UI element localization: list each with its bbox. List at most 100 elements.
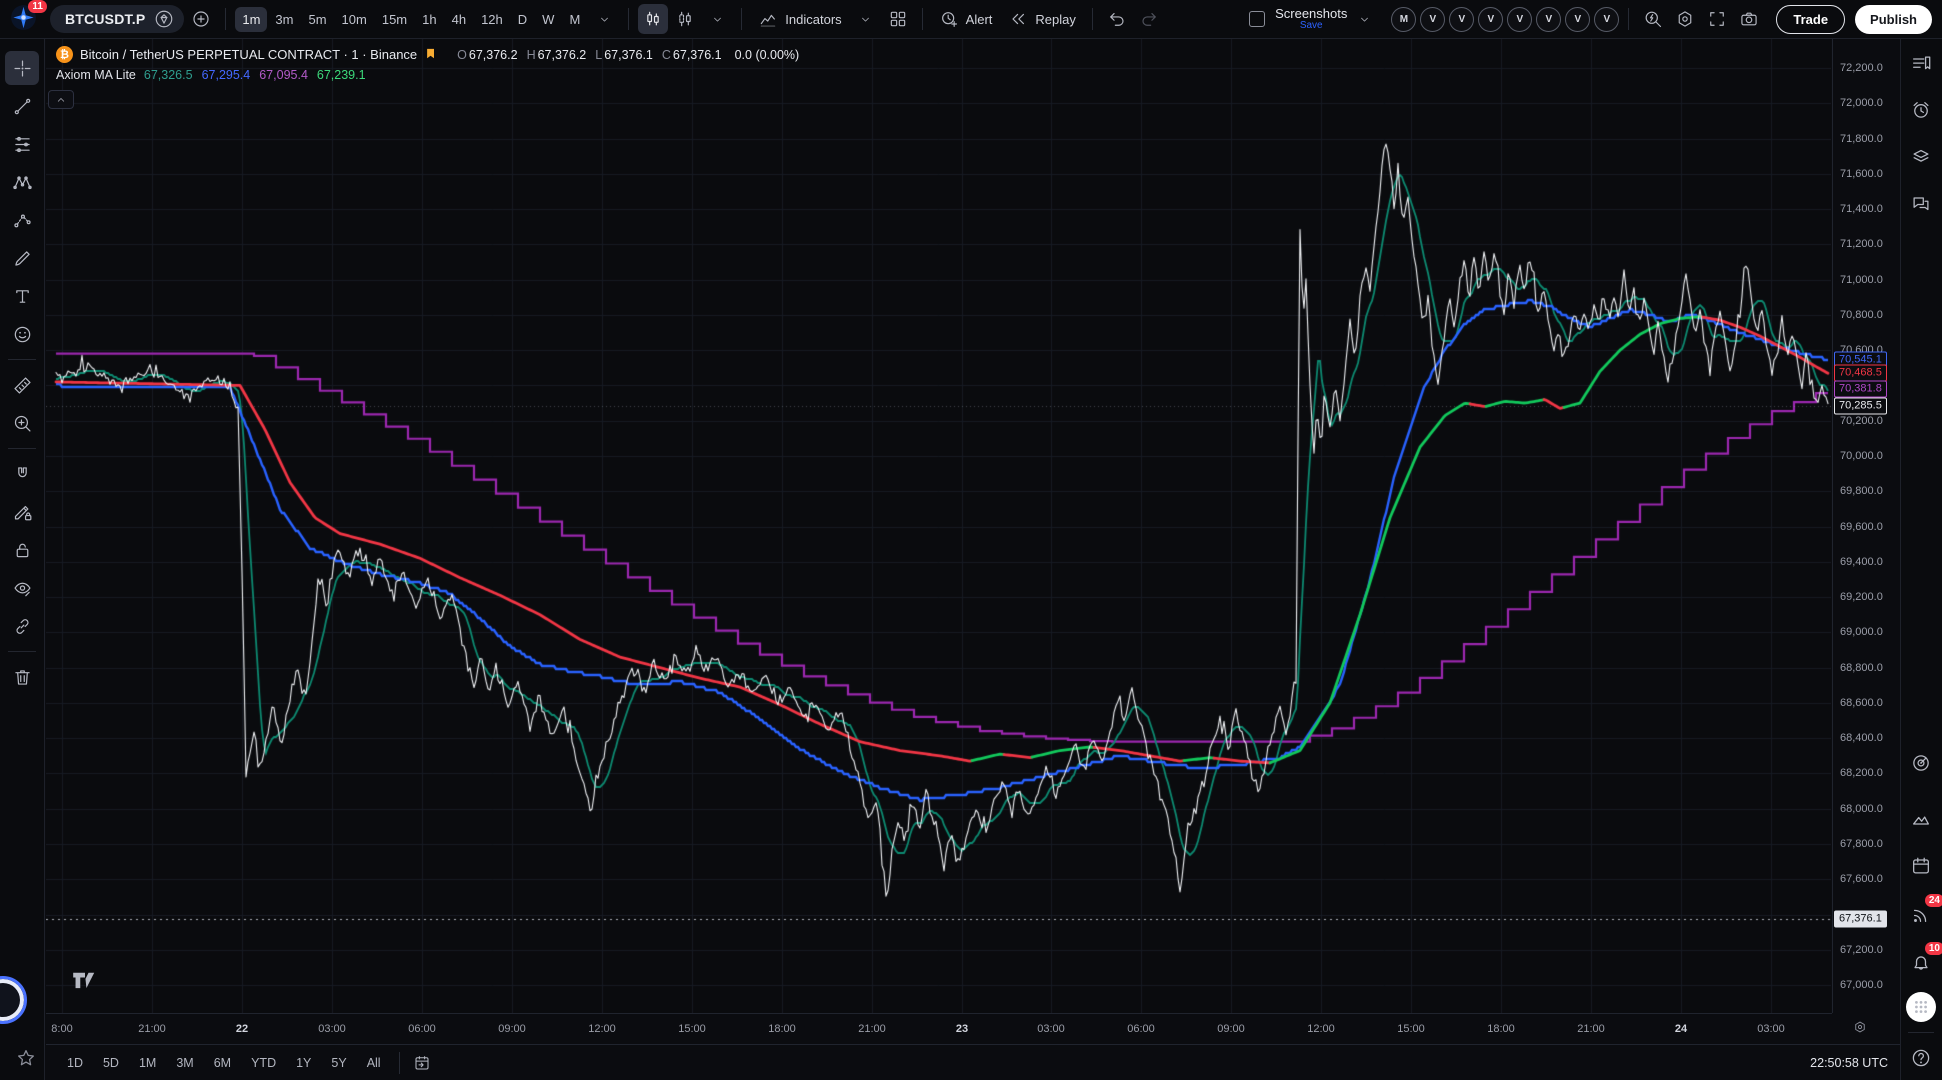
symbol-title[interactable]: Bitcoin / TetherUS PERPETUAL CONTRACT · … bbox=[80, 47, 417, 62]
snapshot-camera-button[interactable] bbox=[1734, 4, 1764, 34]
remove-drawings-button[interactable] bbox=[5, 660, 39, 694]
range-3m[interactable]: 3M bbox=[167, 1052, 202, 1074]
alerts-panel-button[interactable] bbox=[1907, 96, 1935, 124]
chevron-up-icon bbox=[55, 94, 67, 106]
pine-scripts-button[interactable] bbox=[1907, 804, 1935, 832]
watchlist-panel-button[interactable] bbox=[1907, 50, 1935, 78]
xabcd-pattern-tool[interactable] bbox=[5, 165, 39, 199]
screenshots-menu-button[interactable]: Screenshots Save bbox=[1275, 7, 1347, 31]
range-1y[interactable]: 1Y bbox=[287, 1052, 320, 1074]
zoom-in-tool[interactable] bbox=[5, 406, 39, 440]
timeframe-menu-chevron[interactable] bbox=[589, 4, 619, 34]
screener-button[interactable] bbox=[1907, 749, 1935, 777]
timeframe-M[interactable]: M bbox=[562, 7, 587, 32]
timeframe-1m[interactable]: 1m bbox=[235, 7, 267, 32]
avatar-v-3[interactable]: V bbox=[1478, 7, 1503, 32]
badge-count: 24 bbox=[1925, 894, 1942, 907]
avatar-v-4[interactable]: V bbox=[1507, 7, 1532, 32]
go-to-date-button[interactable] bbox=[413, 1054, 431, 1072]
stay-in-drawing-mode-button[interactable] bbox=[5, 495, 39, 529]
timeframe-4h[interactable]: 4h bbox=[445, 7, 473, 32]
chat-panel-button[interactable] bbox=[1907, 190, 1935, 218]
timeframe-D[interactable]: D bbox=[511, 7, 534, 32]
streams-button[interactable]: 24 bbox=[1907, 901, 1935, 929]
trade-button[interactable]: Trade bbox=[1776, 5, 1845, 34]
trend-line-tool[interactable] bbox=[5, 89, 39, 123]
avatar-v-7[interactable]: V bbox=[1594, 7, 1619, 32]
lock-all-drawings-button[interactable] bbox=[5, 533, 39, 567]
chart-type-candles-button[interactable] bbox=[638, 4, 668, 34]
avatar-v-6[interactable]: V bbox=[1565, 7, 1590, 32]
price-chart-canvas[interactable] bbox=[46, 39, 1831, 1013]
forecast-tool[interactable] bbox=[5, 203, 39, 237]
apps-button[interactable] bbox=[1906, 992, 1936, 1022]
ohlc-key: O bbox=[457, 48, 467, 62]
indicator-templates-chevron[interactable] bbox=[851, 4, 881, 34]
sync-drawings-button[interactable] bbox=[5, 609, 39, 643]
favorites-star-icon[interactable] bbox=[15, 1047, 37, 1069]
screenshots-chevron[interactable] bbox=[1349, 4, 1379, 34]
timeframe-5m[interactable]: 5m bbox=[301, 7, 333, 32]
market-status-flag-icon[interactable] bbox=[424, 47, 439, 62]
chart-plot-area[interactable]: ₿ Bitcoin / TetherUS PERPETUAL CONTRACT … bbox=[46, 39, 1831, 1013]
main-menu-button[interactable]: 11 bbox=[10, 4, 40, 34]
redo-button[interactable] bbox=[1134, 4, 1164, 34]
magnet-mode-button[interactable] bbox=[5, 457, 39, 491]
calendar-button[interactable] bbox=[1907, 852, 1935, 880]
layout-grid-button[interactable] bbox=[883, 4, 913, 34]
brush-tool[interactable] bbox=[5, 241, 39, 275]
fullscreen-button[interactable] bbox=[1702, 4, 1732, 34]
settings-button[interactable] bbox=[1670, 4, 1700, 34]
range-5y[interactable]: 5Y bbox=[322, 1052, 355, 1074]
sidebar-divider bbox=[1908, 1032, 1934, 1033]
hide-drawings-button[interactable] bbox=[5, 571, 39, 605]
object-tree-button[interactable] bbox=[1907, 143, 1935, 171]
watchlist-icon bbox=[1910, 53, 1932, 75]
chart-style-button[interactable] bbox=[670, 4, 700, 34]
undo-button[interactable] bbox=[1102, 4, 1132, 34]
text-tool[interactable] bbox=[5, 279, 39, 313]
price-tick: 69,600.0 bbox=[1840, 521, 1883, 533]
chart-style-chevron[interactable] bbox=[702, 4, 732, 34]
price-axis[interactable]: 72,200.072,000.071,800.071,600.071,400.0… bbox=[1832, 39, 1901, 1013]
measure-tool[interactable] bbox=[5, 368, 39, 402]
avatar-v-5[interactable]: V bbox=[1536, 7, 1561, 32]
timeframe-12h[interactable]: 12h bbox=[474, 7, 510, 32]
xabcd-icon bbox=[12, 172, 33, 193]
timeframe-3m[interactable]: 3m bbox=[268, 7, 300, 32]
time-axis[interactable]: 8:0021:002203:0006:0009:0012:0015:0018:0… bbox=[46, 1013, 1832, 1045]
range-1d[interactable]: 1D bbox=[58, 1052, 92, 1074]
notifications-button[interactable]: 10 bbox=[1907, 949, 1935, 977]
time-tick: 12:00 bbox=[580, 1023, 624, 1035]
replay-button[interactable]: Replay bbox=[1001, 5, 1082, 33]
range-ytd[interactable]: YTD bbox=[242, 1052, 285, 1074]
fib-retracement-tool[interactable] bbox=[5, 127, 39, 161]
timeframe-1h[interactable]: 1h bbox=[415, 7, 443, 32]
emoji-tool[interactable] bbox=[5, 317, 39, 351]
range-5d[interactable]: 5D bbox=[94, 1052, 128, 1074]
help-button[interactable] bbox=[1907, 1044, 1935, 1072]
timeframe-10m[interactable]: 10m bbox=[335, 7, 374, 32]
range-6m[interactable]: 6M bbox=[205, 1052, 240, 1074]
crosshair-tool[interactable] bbox=[5, 51, 39, 85]
quick-search-button[interactable] bbox=[1638, 4, 1668, 34]
avatar-v-1[interactable]: V bbox=[1420, 7, 1445, 32]
utc-clock[interactable]: 22:50:58 UTC bbox=[1810, 1056, 1888, 1070]
indicator-name[interactable]: Axiom MA Lite bbox=[56, 68, 136, 82]
axis-settings-gear-icon[interactable] bbox=[1852, 1019, 1868, 1035]
symbol-search-button[interactable]: BTCUSDT.P bbox=[50, 5, 184, 33]
timeframe-W[interactable]: W bbox=[535, 7, 561, 32]
avatar-m-0[interactable]: M bbox=[1391, 7, 1416, 32]
alert-button[interactable]: Alert bbox=[932, 5, 1000, 33]
eyepencil-icon bbox=[12, 578, 33, 599]
range-1m[interactable]: 1M bbox=[130, 1052, 165, 1074]
compare-symbol-button[interactable] bbox=[186, 4, 216, 34]
avatar-v-2[interactable]: V bbox=[1449, 7, 1474, 32]
indicators-button[interactable]: Indicators bbox=[751, 5, 848, 33]
price-tick: 69,200.0 bbox=[1840, 591, 1883, 603]
timeframe-15m[interactable]: 15m bbox=[375, 7, 414, 32]
publish-button[interactable]: Publish bbox=[1855, 5, 1932, 34]
screenshots-checkbox[interactable] bbox=[1249, 11, 1265, 27]
legend-collapse-button[interactable] bbox=[48, 90, 74, 109]
range-all[interactable]: All bbox=[358, 1052, 390, 1074]
